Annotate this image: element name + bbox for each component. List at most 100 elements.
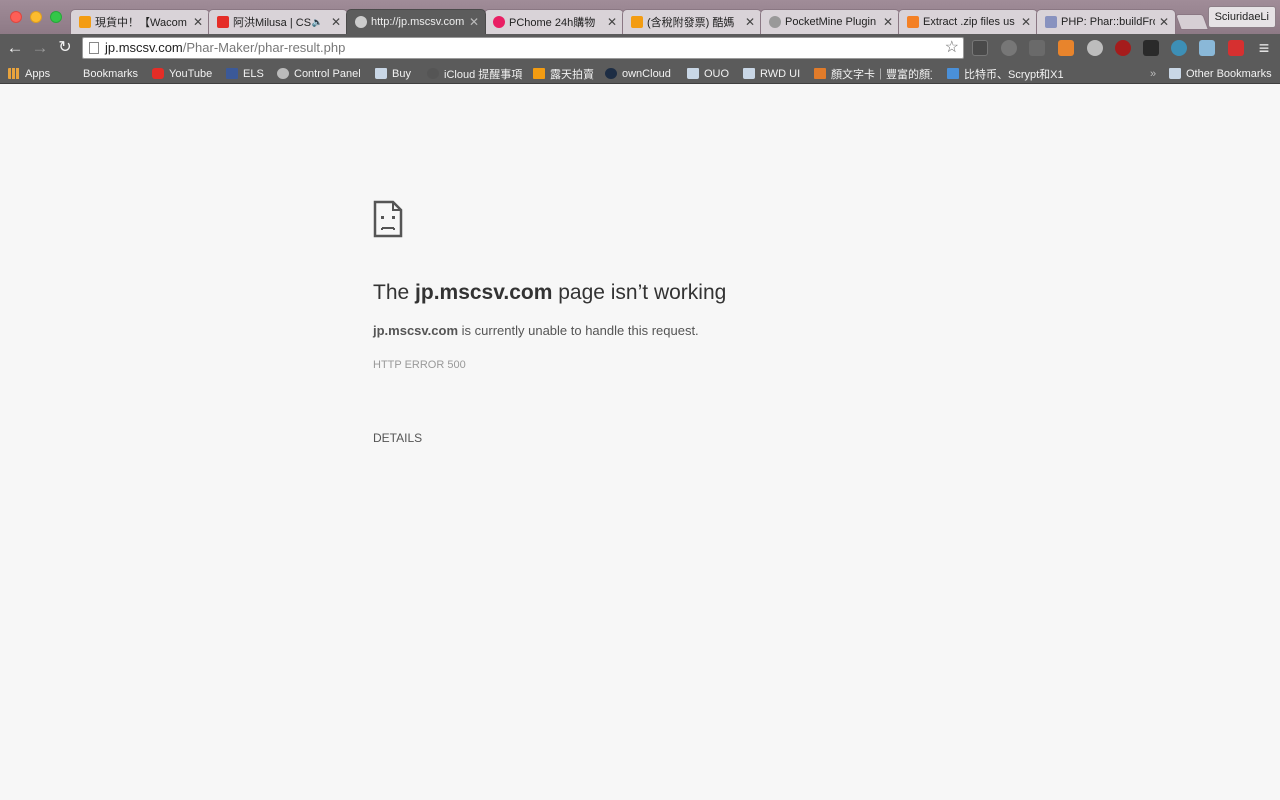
facebook-icon xyxy=(226,68,238,79)
close-icon[interactable]: ✕ xyxy=(469,15,479,29)
antenna-icon[interactable] xyxy=(1029,40,1045,56)
close-icon[interactable]: ✕ xyxy=(607,15,617,29)
pocketmine-icon xyxy=(769,16,781,28)
tab-title: Extract .zip files us xyxy=(923,16,1015,28)
owncloud-icon xyxy=(605,68,617,79)
tab-6[interactable]: Extract .zip files us ✕ xyxy=(898,9,1038,34)
bookmarks-overflow-button[interactable]: » xyxy=(1150,66,1156,81)
profile-button[interactable]: SciuridaeLi xyxy=(1207,6,1276,28)
pocket-icon[interactable] xyxy=(1228,40,1244,56)
tab-4[interactable]: (含稅附發票) 酷媽 ✕ xyxy=(622,9,762,34)
bookmark-label: OUO xyxy=(704,67,730,80)
bookmark-apps[interactable]: Apps xyxy=(8,66,50,81)
stackoverflow-icon xyxy=(907,16,919,28)
description-host: jp.mscsv.com xyxy=(373,323,459,338)
details-button[interactable]: DETAILS xyxy=(373,431,422,445)
bookmark-bitcoin[interactable]: 比特币、Scrypt和X1 xyxy=(947,66,1065,81)
tab-title: PocketMine Plugin xyxy=(785,16,877,28)
folder-icon xyxy=(375,68,387,79)
window-close-button[interactable] xyxy=(10,11,22,23)
bookmark-bookmarks[interactable]: Bookmarks xyxy=(66,66,138,81)
tab-5[interactable]: PocketMine Plugin ✕ xyxy=(760,9,900,34)
bookmark-label: 顏文字卡｜豐富的顏文 xyxy=(831,68,932,81)
bookmark-youtube[interactable]: YouTube xyxy=(152,66,212,81)
close-icon[interactable]: ✕ xyxy=(331,15,341,29)
tab-title: http://jp.mscsv.com xyxy=(371,16,465,28)
bookmark-ruten[interactable]: 露天拍賣 xyxy=(533,66,594,81)
camera-icon[interactable] xyxy=(1199,40,1215,56)
menu-icon[interactable]: ≡ xyxy=(1254,38,1274,58)
bookmark-label: Buy xyxy=(392,67,411,80)
back-button[interactable]: ← xyxy=(5,38,25,58)
overflow-chevron-icon: » xyxy=(1150,67,1157,80)
chart-icon xyxy=(947,68,959,79)
bookmark-els[interactable]: ELS xyxy=(226,66,264,81)
ruten-icon xyxy=(631,16,643,28)
close-icon[interactable]: ✕ xyxy=(1021,15,1031,29)
clock-icon[interactable] xyxy=(1087,40,1103,56)
close-icon[interactable]: ✕ xyxy=(745,15,755,29)
window-maximize-button[interactable] xyxy=(50,11,62,23)
bookmark-label: Control Panel xyxy=(294,67,361,80)
bookmark-label: 露天拍賣 xyxy=(550,68,594,81)
ghost-icon[interactable] xyxy=(1143,40,1159,56)
ublock-icon[interactable] xyxy=(1115,40,1131,56)
notepad-icon[interactable] xyxy=(1058,40,1074,56)
youtube-icon xyxy=(152,68,164,79)
ruten-icon xyxy=(533,68,545,79)
tab-title: 現貨中！【Wacom xyxy=(95,17,187,29)
address-bar[interactable]: jp.mscsv.com/Phar-Maker/phar-result.php … xyxy=(82,37,964,59)
new-tab-button[interactable] xyxy=(1175,14,1209,30)
description-text: is currently unable to handle this reque… xyxy=(458,323,699,338)
bookmarks-icon xyxy=(66,68,78,79)
heading-prefix: The xyxy=(373,281,416,304)
php-icon xyxy=(1045,16,1057,28)
bookmark-control-panel[interactable]: Control Panel xyxy=(277,66,361,81)
tabs-container: 現貨中！【Wacom ✕ 阿洪Milusa | CS 🔈 ✕ http://jp… xyxy=(70,9,1210,34)
close-icon[interactable]: ✕ xyxy=(193,15,203,29)
sad-page-icon xyxy=(373,200,403,238)
bookmark-folder-rwd-ui[interactable]: RWD UI xyxy=(743,66,800,81)
bookmark-label: Other Bookmarks xyxy=(1186,67,1272,80)
tab-7[interactable]: PHP: Phar::buildFro ✕ xyxy=(1036,9,1176,34)
error-heading: The jp.mscsv.com page isn’t working xyxy=(373,281,726,305)
sync-icon[interactable] xyxy=(1001,40,1017,56)
bookmark-folder-other[interactable]: Other Bookmarks xyxy=(1169,66,1272,81)
page-content: The jp.mscsv.com page isn’t working jp.m… xyxy=(0,85,1280,800)
tab-2-active[interactable]: http://jp.mscsv.com ✕ xyxy=(346,9,486,34)
kaomoji-icon xyxy=(814,68,826,79)
apps-grid-icon xyxy=(8,68,20,79)
bookmark-label: ELS xyxy=(243,67,264,80)
tab-strip: 現貨中！【Wacom ✕ 阿洪Milusa | CS 🔈 ✕ http://jp… xyxy=(0,0,1280,34)
bookmark-icloud[interactable]: iCloud 提醒事項 xyxy=(427,66,522,81)
tab-title: (含稅附發票) 酷媽 xyxy=(647,17,735,29)
close-icon[interactable]: ✕ xyxy=(883,15,893,29)
bookmarks-bar: Apps Bookmarks YouTube ELS Control Panel… xyxy=(0,62,1280,84)
tab-title: PChome 24h購物 xyxy=(509,17,596,29)
window-minimize-button[interactable] xyxy=(30,11,42,23)
bookmark-folder-ouo[interactable]: OUO xyxy=(687,66,729,81)
youtube-icon xyxy=(217,16,229,28)
tab-title: PHP: Phar::buildFro xyxy=(1061,16,1155,28)
pchome-icon xyxy=(493,16,505,28)
cast-icon[interactable] xyxy=(972,40,988,56)
bookmark-label: RWD UI xyxy=(760,67,801,80)
drop-icon[interactable] xyxy=(1171,40,1187,56)
tab-1[interactable]: 阿洪Milusa | CS 🔈 ✕ xyxy=(208,9,348,34)
bookmark-star-icon[interactable]: ☆ xyxy=(945,38,959,58)
reload-button[interactable]: ↻ xyxy=(55,38,75,58)
error-code: HTTP ERROR 500 xyxy=(373,359,466,371)
folder-icon xyxy=(687,68,699,79)
speaker-icon[interactable]: 🔈 xyxy=(312,17,323,28)
tab-0[interactable]: 現貨中！【Wacom ✕ xyxy=(70,9,210,34)
url-host: jp.mscsv.com xyxy=(105,40,183,55)
folder-icon xyxy=(1169,68,1181,79)
bookmark-folder-buy[interactable]: Buy xyxy=(375,66,411,81)
tab-title: 阿洪Milusa | CS xyxy=(233,17,312,29)
bookmark-kaomoji[interactable]: 顏文字卡｜豐富的顏文 xyxy=(814,66,932,81)
bookmark-owncloud[interactable]: ownCloud xyxy=(605,66,671,81)
bookmark-label: YouTube xyxy=(169,67,213,80)
forward-button[interactable]: → xyxy=(30,38,50,58)
tab-3[interactable]: PChome 24h購物 ✕ xyxy=(484,9,624,34)
close-icon[interactable]: ✕ xyxy=(1159,15,1169,29)
